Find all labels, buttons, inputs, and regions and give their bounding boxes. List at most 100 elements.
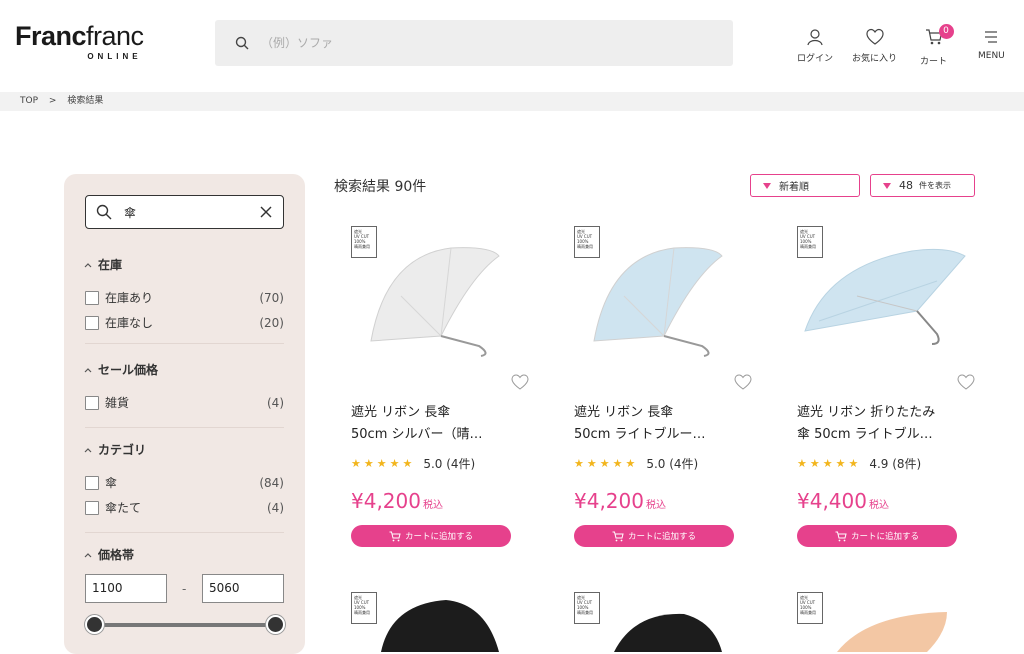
- search-input[interactable]: [261, 36, 681, 50]
- keyword-query-text[interactable]: 傘: [124, 204, 136, 221]
- product-image[interactable]: 遮光 UV CUT 100% 晴雨兼用: [351, 226, 531, 386]
- breadcrumb-separator: >: [48, 96, 57, 106]
- filter-option-goods[interactable]: 雑貨 (4): [85, 394, 284, 411]
- facet-sale-title: セール価格: [98, 363, 159, 377]
- add-to-cart-button[interactable]: カートに追加する: [574, 525, 734, 547]
- product-card-partial[interactable]: 遮光 UV CUT 100% 晴雨兼用: [574, 592, 754, 652]
- checkbox[interactable]: [85, 395, 99, 410]
- facet-price-header[interactable]: 価格帯: [84, 546, 134, 563]
- checkbox[interactable]: [85, 500, 99, 515]
- price-slider-track[interactable]: [94, 623, 276, 627]
- option-count: (84): [259, 475, 284, 490]
- checkbox[interactable]: [85, 290, 99, 305]
- heart-icon: [865, 28, 884, 45]
- checkbox[interactable]: [85, 315, 99, 330]
- logo-bold-text: Franc: [15, 21, 87, 51]
- filter-option-umbrella[interactable]: 傘 (84): [85, 474, 284, 491]
- price-min-input[interactable]: 1100: [85, 574, 167, 603]
- option-label: 在庫あり: [105, 291, 154, 305]
- user-icon: [807, 29, 823, 46]
- facet-category-header[interactable]: カテゴリ: [84, 441, 146, 458]
- login-label: ログイン: [797, 54, 834, 64]
- umbrella-image: [370, 247, 500, 357]
- favorite-heart-icon[interactable]: [957, 374, 975, 390]
- dropdown-triangle-icon: [763, 182, 771, 189]
- favorite-heart-icon[interactable]: [511, 374, 529, 390]
- product-image[interactable]: 遮光 UV CUT 100% 晴雨兼用: [797, 226, 977, 386]
- francfranc-logo[interactable]: Francfranc ONLINE: [15, 22, 144, 61]
- sort-select[interactable]: 新着順: [750, 174, 860, 197]
- price-max-input[interactable]: 5060: [202, 574, 284, 603]
- filter-option-out-of-stock[interactable]: 在庫なし (20): [85, 314, 284, 331]
- site-header: Francfranc ONLINE ログイン お気に入り 0 カート MENU: [0, 0, 1024, 90]
- uv-cut-tag: 遮光 UV CUT 100% 晴雨兼用: [574, 226, 600, 258]
- favorites-button[interactable]: お気に入り: [852, 28, 897, 64]
- keyword-search-box[interactable]: 傘: [85, 195, 284, 229]
- product-name[interactable]: 遮光 リボン 折りたたみ傘 50cm ライトブル…: [797, 402, 969, 446]
- price-slider-min-handle[interactable]: [85, 615, 104, 634]
- umbrella-image: [614, 613, 722, 652]
- product-card-partial[interactable]: 遮光 UV CUT 100% 晴雨兼用: [351, 592, 531, 652]
- sort-value: 新着順: [779, 182, 809, 193]
- search-icon: [96, 204, 112, 220]
- favorites-label: お気に入り: [852, 54, 898, 64]
- product-name[interactable]: 遮光 リボン 長傘 50cm ライトブルー…: [574, 402, 746, 446]
- uv-cut-tag: 遮光 UV CUT 100% 晴雨兼用: [797, 226, 823, 258]
- product-rating: ★★★★★ 5.0 (4件): [574, 455, 698, 472]
- per-page-select[interactable]: 48 件を表示: [870, 174, 975, 197]
- option-label: 傘: [105, 476, 118, 490]
- facet-stock-header[interactable]: 在庫: [84, 256, 122, 273]
- add-to-cart-button[interactable]: カートに追加する: [351, 525, 511, 547]
- facet-stock-title: 在庫: [98, 258, 123, 272]
- filter-sidebar: 傘 在庫 在庫あり (70) 在庫なし (20) セール価格 雑貨 (4) カテ…: [64, 174, 305, 654]
- chevron-up-icon: [84, 367, 92, 372]
- login-button[interactable]: ログイン: [797, 28, 833, 64]
- dropdown-triangle-icon: [883, 182, 891, 189]
- cart-icon: [835, 531, 847, 541]
- divider: [85, 343, 284, 344]
- option-count: (70): [259, 290, 284, 305]
- filter-option-in-stock[interactable]: 在庫あり (70): [85, 289, 284, 306]
- product-price: ¥4,200 税込: [351, 489, 443, 513]
- chevron-up-icon: [84, 262, 92, 267]
- product-name[interactable]: 遮光 リボン 長傘 50cm シルバー（晴…: [351, 402, 523, 446]
- rating-stars-icon: ★★★★★: [797, 457, 862, 470]
- menu-button[interactable]: MENU: [978, 28, 1005, 61]
- breadcrumb: TOP > 検索結果: [0, 92, 1024, 111]
- umbrella-image: [837, 612, 947, 652]
- product-rating: ★★★★★ 4.9 (8件): [797, 455, 921, 472]
- facet-price-title: 価格帯: [98, 548, 135, 562]
- rating-stars-icon: ★★★★★: [574, 457, 639, 470]
- checkbox[interactable]: [85, 475, 99, 490]
- clear-icon[interactable]: [259, 205, 273, 219]
- add-to-cart-button[interactable]: カートに追加する: [797, 525, 957, 547]
- uv-cut-tag: 遮光 UV CUT 100% 晴雨兼用: [351, 226, 377, 258]
- cart-count-badge: 0: [938, 24, 954, 39]
- logo-online-text: ONLINE: [87, 52, 142, 61]
- umbrella-image: [804, 248, 966, 345]
- umbrella-image: [593, 247, 723, 357]
- product-card-partial[interactable]: 遮光 UV CUT 100% 晴雨兼用: [797, 592, 977, 652]
- product-image[interactable]: 遮光 UV CUT 100% 晴雨兼用: [574, 226, 754, 386]
- favorite-heart-icon[interactable]: [734, 374, 752, 390]
- price-slider-max-handle[interactable]: [266, 615, 285, 634]
- cart-label: カート: [920, 57, 948, 67]
- cart-icon: [612, 531, 624, 541]
- breadcrumb-top-link[interactable]: TOP: [20, 96, 38, 106]
- product-rating: ★★★★★ 5.0 (4件): [351, 455, 475, 472]
- product-price: ¥4,200 税込: [574, 489, 666, 513]
- filter-option-umbrella-stand[interactable]: 傘たて (4): [85, 499, 284, 516]
- option-count: (4): [267, 500, 284, 515]
- chevron-up-icon: [84, 552, 92, 557]
- cart-button[interactable]: 0 カート: [920, 24, 954, 67]
- per-page-value: 48: [899, 179, 913, 192]
- facet-sale-header[interactable]: セール価格: [84, 361, 158, 378]
- hamburger-menu-icon: [985, 31, 998, 43]
- search-icon: [235, 36, 249, 50]
- search-bar[interactable]: [215, 20, 733, 66]
- cart-icon: [389, 531, 401, 541]
- facet-category-title: カテゴリ: [98, 443, 147, 457]
- menu-label: MENU: [978, 51, 1005, 61]
- price-range-dash: -: [182, 582, 187, 596]
- logo-light-text: franc: [86, 21, 144, 51]
